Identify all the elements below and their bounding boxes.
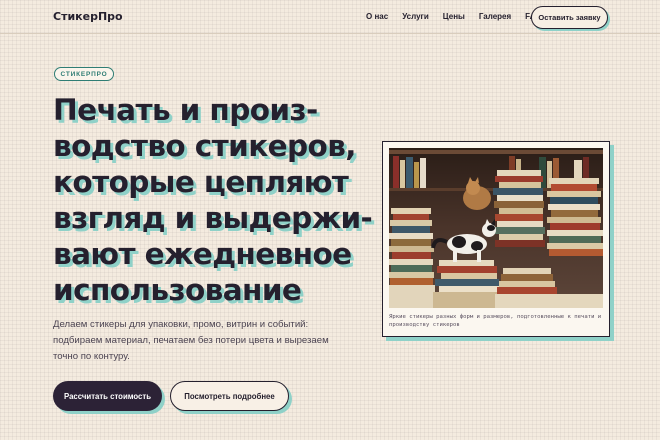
headline-line: взгляд и выдержи- [53, 201, 373, 235]
main-nav: О нас Услуги Цены Галерея FAQ [366, 12, 556, 22]
nav-link-about[interactable]: О нас [366, 12, 388, 22]
calculate-price-button[interactable]: Рассчитать стоимость [53, 381, 162, 411]
hero-image-card: Яркие стикеры разных форм и размеров, по… [382, 141, 610, 337]
top-navigation-bar: СтикерПро О нас Услуги Цены Галерея FAQ … [0, 0, 660, 34]
site-logo[interactable]: СтикерПро [53, 10, 123, 23]
nav-link-gallery[interactable]: Галерея [479, 12, 511, 22]
hero-description: Делаем стикеры для упаковки, промо, витр… [53, 319, 329, 362]
headline-line: водство стикеров, [53, 129, 357, 163]
headline-line: использование [53, 273, 302, 307]
nav-link-prices[interactable]: Цены [443, 12, 465, 22]
headline-line: Печать и произ- [53, 93, 318, 127]
headline-line: которые цепляют [53, 165, 349, 199]
request-button[interactable]: Оставить заявку [531, 6, 608, 29]
nav-link-services[interactable]: Услуги [402, 12, 429, 22]
hero-photo [389, 148, 603, 308]
brand-badge: СТИКЕРПРО [54, 67, 114, 81]
learn-more-button[interactable]: Посмотреть подробнее [170, 381, 289, 411]
books-and-cat-photo-icon [389, 148, 603, 308]
hero-headline: Печать и произ- водство стикеров, которы… [53, 92, 373, 308]
photo-caption: Яркие стикеры разных форм и размеров, по… [389, 314, 602, 328]
headline-line: вают ежедневное [53, 237, 352, 271]
